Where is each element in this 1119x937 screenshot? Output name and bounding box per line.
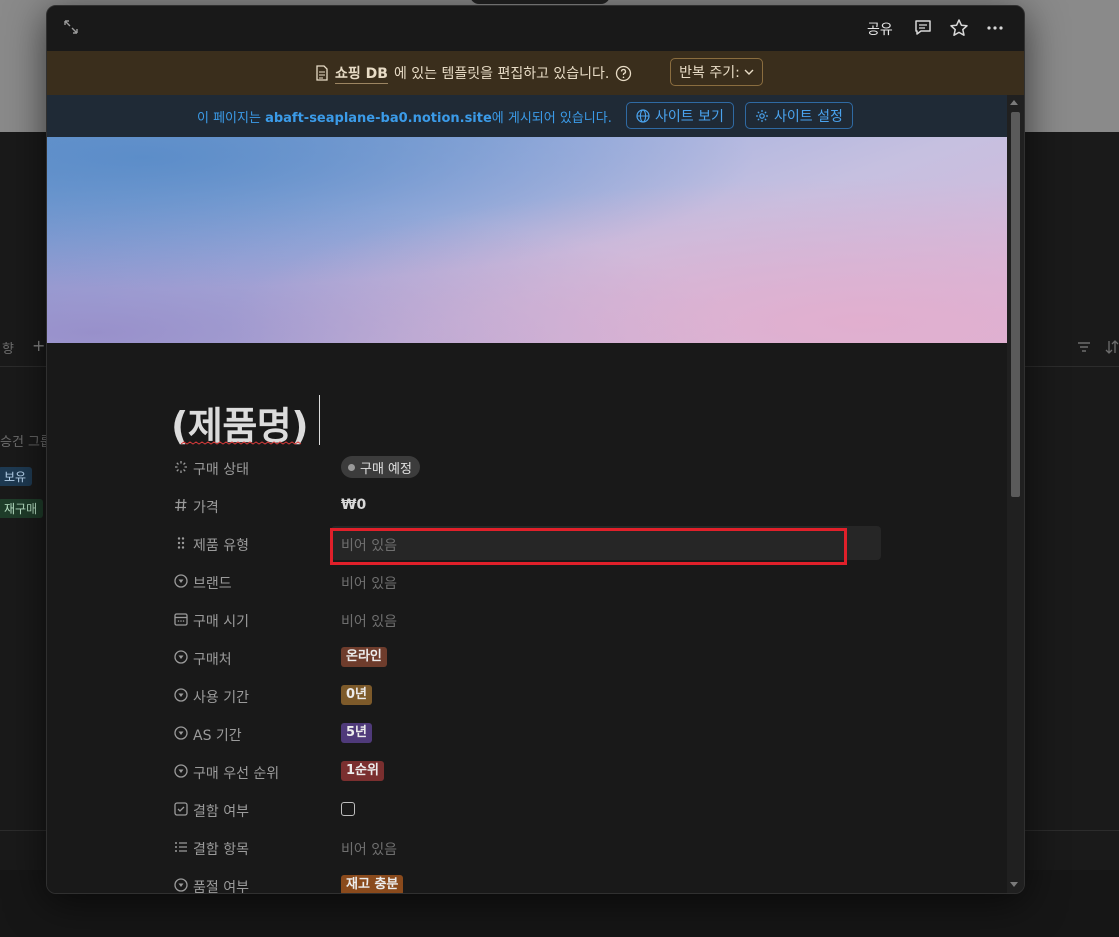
sort-icon — [1105, 340, 1119, 354]
property-label: 제품 유형 — [193, 538, 249, 554]
property-label: 구매처 — [193, 652, 232, 668]
property-label: 구매 상태 — [193, 462, 249, 478]
site-banner-prefix: 이 페이지는 — [197, 111, 266, 126]
status-value: 구매 예정 — [360, 461, 412, 477]
property-row-purchase-date[interactable]: 구매 시기 비어 있음 — [171, 605, 891, 635]
status-dot — [348, 463, 355, 471]
drag-handle-icon[interactable] — [174, 536, 188, 550]
published-site-banner: 이 페이지는 abaft-seaplane-ba0.notion.site에 게… — [47, 95, 1024, 137]
background-tag: 보유 — [0, 467, 33, 486]
select-icon — [174, 878, 188, 892]
site-settings-label: 사이트 설정 — [774, 108, 843, 125]
status-badge[interactable]: 구매 예정 — [341, 456, 420, 478]
share-button[interactable]: 공유 — [867, 19, 893, 39]
published-site-message: 이 페이지는 abaft-seaplane-ba0.notion.site에 게… — [197, 107, 612, 126]
select-icon — [174, 574, 188, 588]
property-row-priority[interactable]: 구매 우선 순위 1순위 — [171, 757, 891, 787]
cover-image[interactable] — [47, 137, 1007, 343]
property-label: 구매 시기 — [193, 614, 249, 630]
property-row-as-period[interactable]: AS 기간 5년 — [171, 719, 891, 749]
gear-icon — [756, 109, 768, 122]
template-banner: 쇼핑 DB 에 있는 템플릿을 편집하고 있습니다. 반복 주기: — [47, 51, 1024, 95]
spellcheck-underline — [181, 441, 302, 445]
calendar-icon — [174, 613, 188, 626]
property-label: AS 기간 — [193, 728, 242, 744]
property-label: 결함 여부 — [193, 804, 249, 820]
select-icon — [174, 688, 188, 702]
site-settings-button[interactable]: 사이트 설정 — [745, 102, 853, 129]
select-icon — [174, 764, 188, 778]
background-view-tab: 향 — [2, 342, 14, 357]
property-label: 품절 여부 — [193, 880, 249, 894]
property-row-store[interactable]: 구매처 온라인 — [171, 643, 891, 673]
more-icon[interactable] — [985, 18, 1005, 38]
repeat-button-label: 반복 주기: — [679, 65, 740, 81]
defect-checkbox[interactable] — [341, 802, 355, 816]
property-row-price[interactable]: 가격 ₩0 — [171, 491, 891, 521]
globe-icon — [636, 108, 650, 123]
brand-empty-value[interactable]: 비어 있음 — [341, 573, 397, 593]
number-icon — [175, 498, 187, 512]
property-row-purchase-status[interactable]: 구매 상태 구매 예정 — [171, 453, 891, 483]
page-peek-modal: 공유 쇼핑 DB 에 있는 템플릿을 편집하고 있습니다. 반복 주기: 이 페… — [46, 5, 1025, 894]
red-highlight-annotation — [330, 528, 847, 565]
page-content: (제품명) 구매 상태 구매 예정 가격 ₩0 제품 유형 비어 있음 브랜드 … — [47, 343, 1007, 893]
background-shape — [470, 0, 610, 4]
database-link[interactable]: 쇼핑 DB — [335, 63, 388, 84]
as-period-tag[interactable]: 5년 — [341, 723, 373, 743]
purchase-date-empty-value[interactable]: 비어 있음 — [341, 611, 397, 631]
background-tag: 재구매 — [0, 499, 44, 518]
site-url[interactable]: abaft-seaplane-ba0.notion.site — [265, 111, 492, 126]
price-value[interactable]: ₩0 — [341, 497, 366, 513]
property-row-defect[interactable]: 결함 여부 — [171, 795, 891, 825]
background-group-label: 승건 그룹 — [0, 435, 52, 450]
template-banner-message: 에 있는 템플릿을 편집하고 있습니다. — [393, 66, 610, 82]
help-icon[interactable] — [615, 65, 632, 82]
property-label: 사용 기간 — [193, 690, 249, 706]
select-icon — [174, 726, 188, 740]
property-row-stock[interactable]: 품절 여부 재고 충분 — [171, 871, 891, 894]
scrollbar-thumb[interactable] — [1011, 112, 1020, 497]
scroll-up-arrow[interactable] — [1010, 100, 1018, 105]
defect-items-empty-value[interactable]: 비어 있음 — [341, 839, 397, 859]
text-caret — [319, 395, 320, 445]
site-banner-suffix: 에 게시되어 있습니다. — [491, 111, 612, 126]
repeat-button[interactable]: 반복 주기: — [670, 58, 763, 86]
status-icon — [175, 461, 187, 473]
expand-icon[interactable] — [63, 19, 79, 35]
property-label: 결함 항목 — [193, 842, 249, 858]
store-tag[interactable]: 온라인 — [341, 647, 387, 667]
property-row-defect-items[interactable]: 결함 항목 비어 있음 — [171, 833, 891, 863]
property-row-brand[interactable]: 브랜드 비어 있음 — [171, 567, 891, 597]
star-icon[interactable] — [949, 18, 969, 38]
select-icon — [174, 650, 188, 664]
chevron-down-icon — [744, 69, 754, 75]
comment-icon[interactable] — [913, 18, 933, 38]
property-label: 구매 우선 순위 — [193, 766, 280, 782]
page-title[interactable]: (제품명) — [171, 395, 309, 450]
view-site-label: 사이트 보기 — [655, 108, 724, 125]
scroll-down-arrow[interactable] — [1010, 882, 1018, 887]
usage-period-tag[interactable]: 0년 — [341, 685, 373, 705]
priority-tag[interactable]: 1순위 — [341, 761, 384, 781]
stock-tag[interactable]: 재고 충분 — [341, 875, 404, 893]
list-icon — [175, 842, 187, 852]
property-row-usage-period[interactable]: 사용 기간 0년 — [171, 681, 891, 711]
checkbox-icon — [174, 802, 188, 816]
page-icon — [316, 65, 328, 81]
property-label: 브랜드 — [193, 576, 232, 592]
view-site-button[interactable]: 사이트 보기 — [626, 102, 734, 129]
modal-topbar: 공유 — [47, 6, 1024, 51]
background-add-view: + — [32, 336, 46, 355]
property-label: 가격 — [193, 500, 219, 516]
filter-icon — [1078, 342, 1090, 352]
